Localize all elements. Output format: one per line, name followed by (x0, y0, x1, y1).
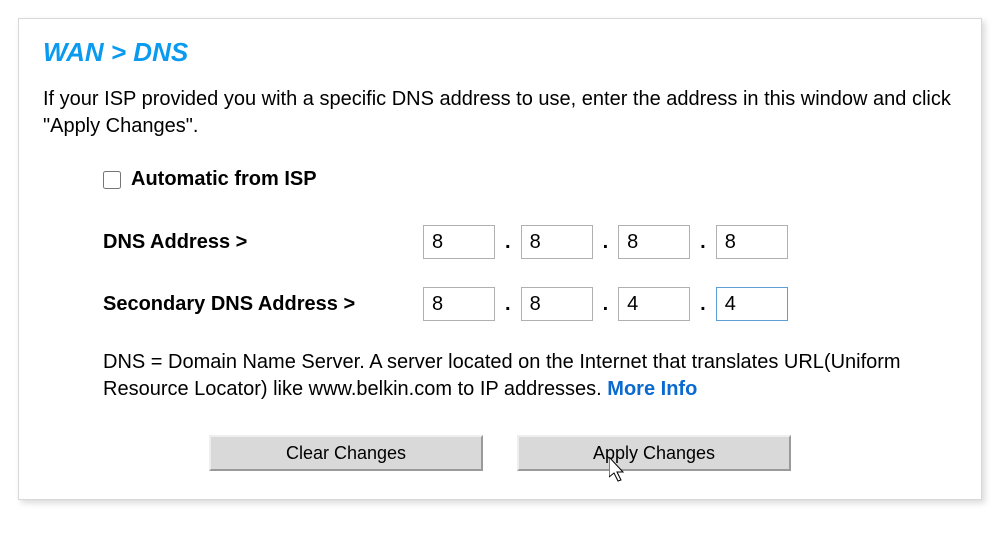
secondary-dns-row: Secondary DNS Address > . . . (103, 287, 957, 321)
primary-octet-4[interactable] (716, 225, 788, 259)
more-info-link[interactable]: More Info (607, 378, 697, 400)
dot-separator: . (495, 293, 521, 316)
secondary-octet-3[interactable] (618, 287, 690, 321)
secondary-octet-4[interactable] (716, 287, 788, 321)
dot-separator: . (593, 293, 619, 316)
footnote: DNS = Domain Name Server. A server locat… (103, 349, 957, 403)
auto-isp-label: Automatic from ISP (131, 168, 317, 191)
dot-separator: . (690, 293, 716, 316)
clear-changes-button[interactable]: Clear Changes (209, 435, 483, 471)
secondary-octet-2[interactable] (521, 287, 593, 321)
auto-isp-row: Automatic from ISP (103, 168, 957, 191)
footnote-text: DNS = Domain Name Server. A server locat… (103, 351, 901, 400)
page-title: WAN > DNS (43, 37, 957, 68)
button-row: Clear Changes Apply Changes (43, 435, 957, 471)
dot-separator: . (593, 231, 619, 254)
secondary-octet-1[interactable] (423, 287, 495, 321)
primary-dns-row: DNS Address > . . . (103, 225, 957, 259)
dot-separator: . (690, 231, 716, 254)
dns-settings-panel: WAN > DNS If your ISP provided you with … (18, 18, 982, 500)
primary-octet-1[interactable] (423, 225, 495, 259)
dot-separator: . (495, 231, 521, 254)
secondary-dns-label: Secondary DNS Address > (103, 293, 423, 316)
primary-octet-2[interactable] (521, 225, 593, 259)
primary-dns-label: DNS Address > (103, 231, 423, 254)
intro-text: If your ISP provided you with a specific… (43, 86, 957, 140)
apply-changes-button[interactable]: Apply Changes (517, 435, 791, 471)
primary-octet-3[interactable] (618, 225, 690, 259)
auto-isp-checkbox[interactable] (103, 171, 121, 189)
